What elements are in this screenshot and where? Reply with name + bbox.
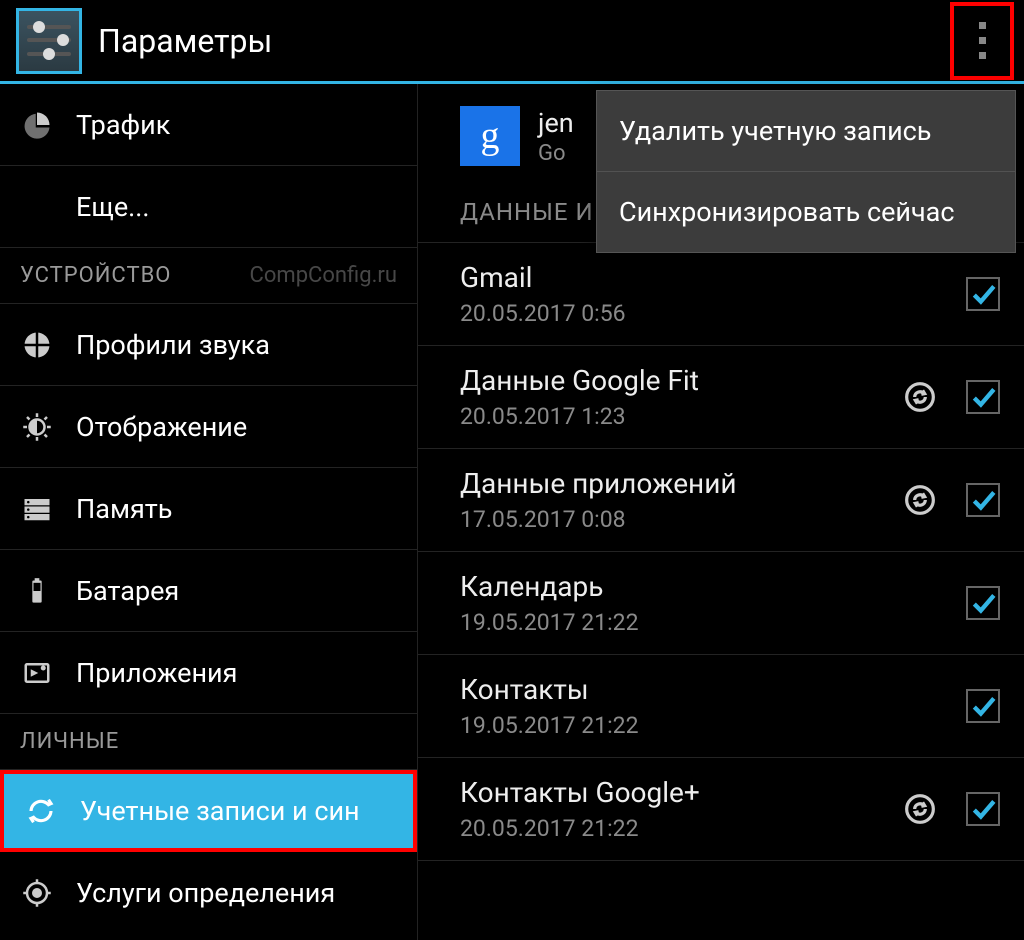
sync-item[interactable]: Контакты 19.05.2017 21:22	[418, 655, 1024, 758]
sync-item-time: 19.05.2017 21:22	[460, 609, 966, 636]
sidebar-label: Память	[76, 493, 172, 525]
overflow-menu-button[interactable]	[961, 10, 1004, 71]
brightness-icon	[20, 410, 54, 444]
sync-item[interactable]: Данные приложений 17.05.2017 0:08	[418, 449, 1024, 552]
section-personal: ЛИЧНЫЕ	[0, 714, 417, 770]
sync-item-title: Данные Google Fit	[460, 364, 900, 397]
overflow-highlight	[950, 2, 1014, 80]
sync-progress-icon	[900, 480, 940, 520]
storage-icon	[20, 492, 54, 526]
menu-remove-account[interactable]: Удалить учетную запись	[597, 91, 1015, 172]
app-header: Параметры	[0, 0, 1024, 84]
overflow-popup: Удалить учетную запись Синхронизировать …	[596, 90, 1016, 253]
sync-item-time: 20.05.2017 0:56	[460, 300, 966, 327]
sidebar-label: Услуги определения	[76, 877, 335, 909]
apps-icon	[20, 656, 54, 690]
sync-checkbox[interactable]	[966, 689, 1000, 723]
sidebar-item-accounts-sync[interactable]: Учетные записи и син	[0, 770, 417, 852]
sidebar-label: Батарея	[76, 575, 179, 607]
sidebar-label: Трафик	[76, 109, 170, 141]
sidebar-label: Еще...	[76, 191, 150, 223]
google-icon: g	[460, 106, 520, 166]
sidebar-item-more[interactable]: Еще...	[0, 166, 417, 248]
sidebar-item-traffic[interactable]: Трафик	[0, 84, 417, 166]
section-device: УСТРОЙСТВО CompConfig.ru	[0, 248, 417, 304]
sync-item[interactable]: Gmail 20.05.2017 0:56	[418, 243, 1024, 346]
sync-icon	[24, 794, 58, 828]
page-title: Параметры	[98, 22, 272, 60]
sync-item[interactable]: Данные Google Fit 20.05.2017 1:23	[418, 346, 1024, 449]
sidebar-item-apps[interactable]: Приложения	[0, 632, 417, 714]
account-sub: Go	[538, 141, 574, 166]
battery-icon	[20, 574, 54, 608]
sync-item-title: Gmail	[460, 261, 966, 294]
sync-item-title: Контакты	[460, 673, 966, 706]
menu-sync-now[interactable]: Синхронизировать сейчас	[597, 172, 1015, 252]
sync-item[interactable]: Календарь 19.05.2017 21:22	[418, 552, 1024, 655]
sidebar-label: Отображение	[76, 411, 247, 443]
sync-item-time: 20.05.2017 21:22	[460, 815, 900, 842]
sync-item-time: 17.05.2017 0:08	[460, 506, 900, 533]
sidebar-label: Профили звука	[76, 329, 270, 361]
sync-item-title: Контакты Google+	[460, 776, 900, 809]
sidebar-item-display[interactable]: Отображение	[0, 386, 417, 468]
settings-sidebar: Трафик Еще... УСТРОЙСТВО CompConfig.ru П…	[0, 84, 418, 940]
settings-icon	[16, 8, 82, 74]
sync-progress-icon	[900, 377, 940, 417]
location-icon	[20, 876, 54, 910]
sync-checkbox[interactable]	[966, 380, 1000, 414]
sidebar-item-battery[interactable]: Батарея	[0, 550, 417, 632]
sync-list: Gmail 20.05.2017 0:56 Данные Google Fit 20.…	[418, 243, 1024, 861]
sync-checkbox[interactable]	[966, 483, 1000, 517]
globe-quadrant-icon	[20, 328, 54, 362]
account-name: jen	[538, 107, 574, 139]
watermark: CompConfig.ru	[250, 263, 397, 288]
sidebar-item-location[interactable]: Услуги определения	[0, 852, 417, 934]
sync-item-time: 20.05.2017 1:23	[460, 403, 900, 430]
sync-item[interactable]: Контакты Google+ 20.05.2017 21:22	[418, 758, 1024, 861]
header-left: Параметры	[6, 8, 272, 74]
sync-checkbox[interactable]	[966, 586, 1000, 620]
sync-progress-icon	[900, 789, 940, 829]
sync-checkbox[interactable]	[966, 277, 1000, 311]
dots-icon	[979, 22, 986, 29]
sidebar-item-sound-profiles[interactable]: Профили звука	[0, 304, 417, 386]
pie-icon	[20, 108, 54, 142]
sync-checkbox[interactable]	[966, 792, 1000, 826]
sidebar-label: Приложения	[76, 657, 237, 689]
sidebar-item-storage[interactable]: Память	[0, 468, 417, 550]
main-panel: g jen Go ДАННЫЕ И Gmail20.05.2017 0:56Да…	[418, 84, 1024, 940]
sidebar-label: Учетные записи и син	[80, 795, 360, 827]
sync-item-time: 19.05.2017 21:22	[460, 712, 966, 739]
sync-item-title: Календарь	[460, 570, 966, 603]
sync-item-title: Данные приложений	[460, 467, 900, 500]
